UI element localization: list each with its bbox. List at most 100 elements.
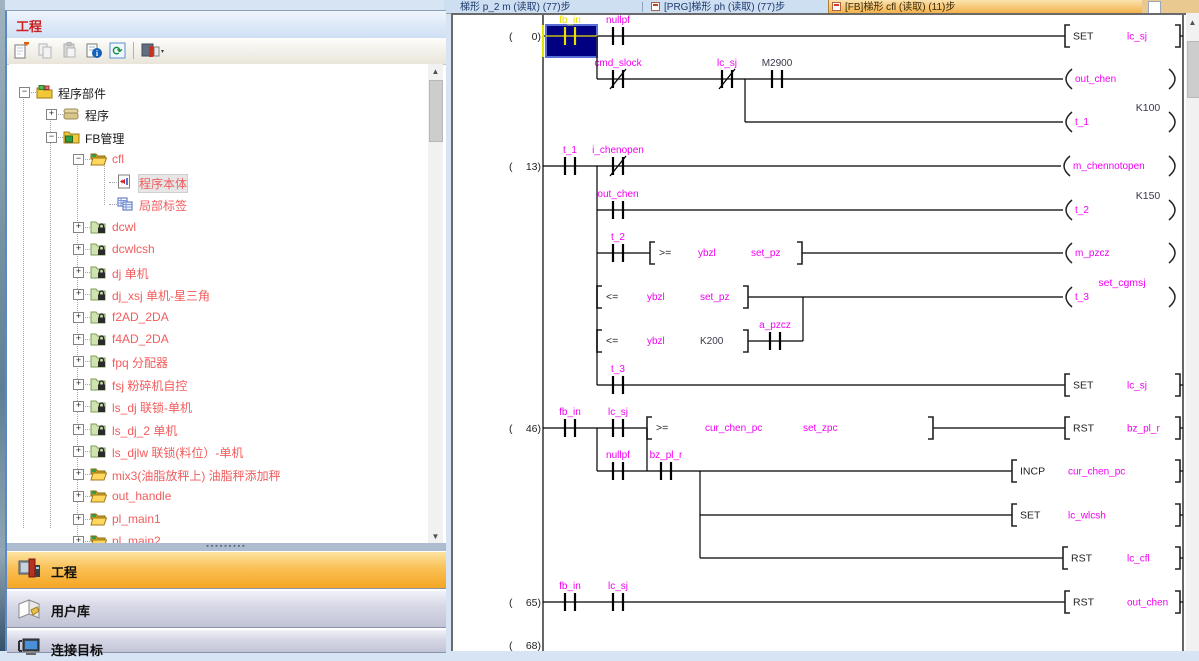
ladder-instruction-RST-bz_pl_r[interactable]: RSTbz_pl_r bbox=[1065, 417, 1183, 439]
tab-ladder-ph[interactable]: [PRG]梯形 ph (读取) (77)步 bbox=[648, 0, 824, 13]
ladder-canvas[interactable]: (0)fb_innullpfSETlc_sjcmd_slocklc_sjM290… bbox=[451, 13, 1186, 651]
tab-ladder-p2m[interactable]: 梯形 p_2 m (读取) (77)步 bbox=[444, 0, 640, 13]
ladder-contact-t_2[interactable]: t_2 bbox=[611, 232, 625, 262]
tree-item-label[interactable]: f4AD_2DA bbox=[112, 332, 169, 346]
scroll-down-icon[interactable]: ▼ bbox=[428, 532, 443, 541]
ladder-rung[interactable]: cmd_slock lc_sj M2900 out_chen bbox=[594, 58, 1175, 89]
nav-button-user-library[interactable]: 用户库 bbox=[7, 590, 446, 628]
scroll-up-icon[interactable]: ▲ bbox=[1186, 18, 1199, 27]
ladder-contact-fb_in[interactable]: fb_in bbox=[543, 15, 597, 57]
ladder-contact-i_chenopen[interactable]: i_chenopen bbox=[592, 145, 644, 176]
copy-button[interactable] bbox=[35, 40, 57, 61]
paste-button[interactable] bbox=[59, 40, 81, 61]
ladder-instruction-RST-out_chen[interactable]: RSTout_chen bbox=[1065, 591, 1183, 613]
tree-expander-plus[interactable]: + bbox=[73, 267, 84, 278]
tree-item[interactable]: 程序本体 bbox=[9, 173, 429, 191]
tree-expander-minus[interactable]: − bbox=[46, 132, 57, 143]
ladder-scrollbar-thumb[interactable] bbox=[1187, 41, 1199, 98]
ladder-rung[interactable]: t_3 SETlc_sj bbox=[597, 364, 1183, 396]
panel-splitter[interactable]: ▪▪▪▪▪▪▪▪▪ bbox=[7, 543, 446, 551]
tree-expander-minus[interactable]: − bbox=[19, 87, 30, 98]
ladder-coil-m_pzcz[interactable]: m_pzcz bbox=[1066, 243, 1175, 263]
ladder-coil-t_2[interactable]: t_2K150 bbox=[1066, 190, 1175, 220]
tree-item[interactable]: +dj_xsj 单机-星三角 bbox=[9, 285, 429, 303]
ladder-rung[interactable]: RSTlc_cfl bbox=[700, 547, 1183, 569]
ladder-coil-m_chennotopen[interactable]: m_chennotopen bbox=[1064, 156, 1175, 176]
tree-item[interactable]: +fpq 分配器 bbox=[9, 352, 429, 370]
ladder-instruction-SET-lc_wlcsh[interactable]: SETlc_wlcsh bbox=[1012, 504, 1183, 526]
tree-expander-plus[interactable]: + bbox=[73, 514, 84, 525]
ladder-contact-cmd_slock[interactable]: cmd_slock bbox=[594, 58, 642, 89]
tree-item-label[interactable]: fsj 粉碎机自控 bbox=[112, 377, 187, 394]
ladder-contact-bz_pl_r[interactable]: bz_pl_r bbox=[650, 450, 683, 480]
tree-expander-plus[interactable]: + bbox=[73, 222, 84, 233]
tree-item-label[interactable]: pl_main1 bbox=[112, 512, 161, 526]
ladder-compare-block[interactable]: >=cur_chen_pcset_zpc bbox=[647, 417, 933, 439]
tree-item[interactable]: +fsj 粉碎机自控 bbox=[9, 375, 429, 393]
ladder-contact-fb_in[interactable]: fb_in bbox=[559, 407, 581, 437]
ladder-contact-nullpf[interactable]: nullpf bbox=[606, 450, 630, 480]
ladder-contact-out_chen[interactable]: out_chen bbox=[597, 189, 638, 219]
ladder-compare-block[interactable]: >=ybzlset_pz bbox=[650, 242, 802, 264]
ladder-contact-lc_sj[interactable]: lc_sj bbox=[608, 581, 628, 611]
tree-item-label[interactable]: 程序 bbox=[85, 107, 109, 124]
ladder-compare-block[interactable]: <=ybzlset_pz bbox=[597, 286, 748, 308]
ladder-instruction-RST-lc_cfl[interactable]: RSTlc_cfl bbox=[1063, 547, 1183, 569]
tree-item[interactable]: +f2AD_2DA bbox=[9, 308, 429, 326]
tree-item[interactable]: +dcwlcsh bbox=[9, 240, 429, 258]
tree-item-label[interactable]: ls_dj 联锁-单机 bbox=[112, 399, 192, 416]
tree-expander-plus[interactable]: + bbox=[73, 334, 84, 345]
tree-expander-plus[interactable]: + bbox=[73, 491, 84, 502]
tree-item[interactable]: +mix3(油脂放秤上) 油脂秤添加秤 bbox=[9, 465, 429, 483]
tree-item-label[interactable]: dj 单机 bbox=[112, 265, 149, 282]
tree-item-label[interactable]: ls_dj_2 单机 bbox=[112, 422, 177, 439]
tree-expander-plus[interactable]: + bbox=[46, 109, 57, 120]
ladder-rung[interactable]: t_1K100 bbox=[745, 102, 1175, 132]
tab-ladder-cfl-active[interactable]: [FB]梯形 cfl (读取) (11)步 bbox=[828, 0, 1150, 13]
ladder-rung[interactable]: (13)t_1i_chenopenm_chennotopen bbox=[509, 145, 1175, 176]
ladder-contact-t_3[interactable]: t_3 bbox=[611, 364, 625, 394]
ladder-instruction-INCP-cur_chen_pc[interactable]: INCPcur_chen_pc bbox=[1012, 460, 1183, 482]
tree-item-label[interactable]: dj_xsj 单机-星三角 bbox=[112, 287, 210, 304]
ladder-rung[interactable]: out_chen t_2K150 bbox=[597, 189, 1175, 220]
tree-item-label[interactable]: out_handle bbox=[112, 489, 171, 503]
ladder-coil-t_1[interactable]: t_1K100 bbox=[1066, 102, 1175, 132]
tree-item[interactable]: +ls_djlw 联锁(料位）-单机 bbox=[9, 442, 429, 460]
tree-item[interactable]: + ls_dj_2 单机 bbox=[9, 420, 429, 438]
tree-item[interactable]: + ls_dj 联锁-单机 bbox=[9, 397, 429, 415]
tree-item[interactable]: + out_handle bbox=[9, 487, 429, 505]
ladder-contact-M2900[interactable]: M2900 bbox=[762, 58, 793, 88]
tree-item-label[interactable]: cfl bbox=[112, 152, 124, 166]
ladder-contact-lc_sj[interactable]: lc_sj bbox=[608, 407, 628, 437]
tree-item-label[interactable]: FB管理 bbox=[85, 130, 124, 147]
tree-item-label[interactable]: f2AD_2DA bbox=[112, 310, 169, 324]
ladder-editor[interactable]: (0)fb_innullpfSETlc_sjcmd_slocklc_sjM290… bbox=[451, 13, 1186, 651]
ladder-contact-lc_sj[interactable]: lc_sj bbox=[717, 58, 737, 89]
tree-item[interactable]: − cfl bbox=[9, 150, 429, 168]
scroll-up-icon[interactable]: ▲ bbox=[428, 67, 443, 76]
ladder-instruction-SET-lc_sj[interactable]: SETlc_sj bbox=[1065, 25, 1183, 47]
ladder-contact-a_pzcz[interactable]: a_pzcz bbox=[759, 320, 791, 350]
tree-item[interactable]: −程序部件 bbox=[9, 83, 429, 101]
tree-expander-plus[interactable]: + bbox=[73, 401, 84, 412]
tree-expander-plus[interactable]: + bbox=[73, 424, 84, 435]
ladder-coil-out_chen[interactable]: out_chen bbox=[1066, 69, 1175, 89]
ladder-contact-nullpf[interactable]: nullpf bbox=[606, 15, 630, 45]
new-object-button[interactable] bbox=[11, 40, 33, 61]
nav-button-project[interactable]: 工程 bbox=[7, 551, 446, 589]
ladder-instruction-SET-lc_sj[interactable]: SETlc_sj bbox=[1065, 374, 1183, 396]
tree-item[interactable]: + 程序 bbox=[9, 105, 429, 123]
ladder-rung[interactable]: nullpf bz_pl_r INCPcur_chen_pc bbox=[597, 450, 1183, 482]
ladder-contact-t_1[interactable]: t_1 bbox=[563, 145, 577, 175]
tree-expander-minus[interactable]: − bbox=[73, 154, 84, 165]
ladder-rung[interactable]: <=ybzlset_pzt_3set_cgmsj bbox=[597, 277, 1175, 308]
ladder-scrollbar[interactable]: ▲ bbox=[1186, 13, 1199, 651]
ladder-compare-block[interactable]: <=ybzlK200 bbox=[597, 330, 748, 352]
tree-item[interactable]: + f4AD_2DA bbox=[9, 330, 429, 348]
display-setting-button[interactable] bbox=[139, 40, 169, 61]
tree-scrollbar-thumb[interactable] bbox=[429, 80, 443, 142]
ladder-contact-fb_in[interactable]: fb_in bbox=[559, 581, 581, 611]
tree-item[interactable]: 局部标签 bbox=[9, 195, 429, 213]
ladder-rung[interactable]: <=ybzlK200 a_pzcz bbox=[597, 320, 803, 352]
ladder-rung[interactable]: (68) bbox=[509, 640, 541, 651]
